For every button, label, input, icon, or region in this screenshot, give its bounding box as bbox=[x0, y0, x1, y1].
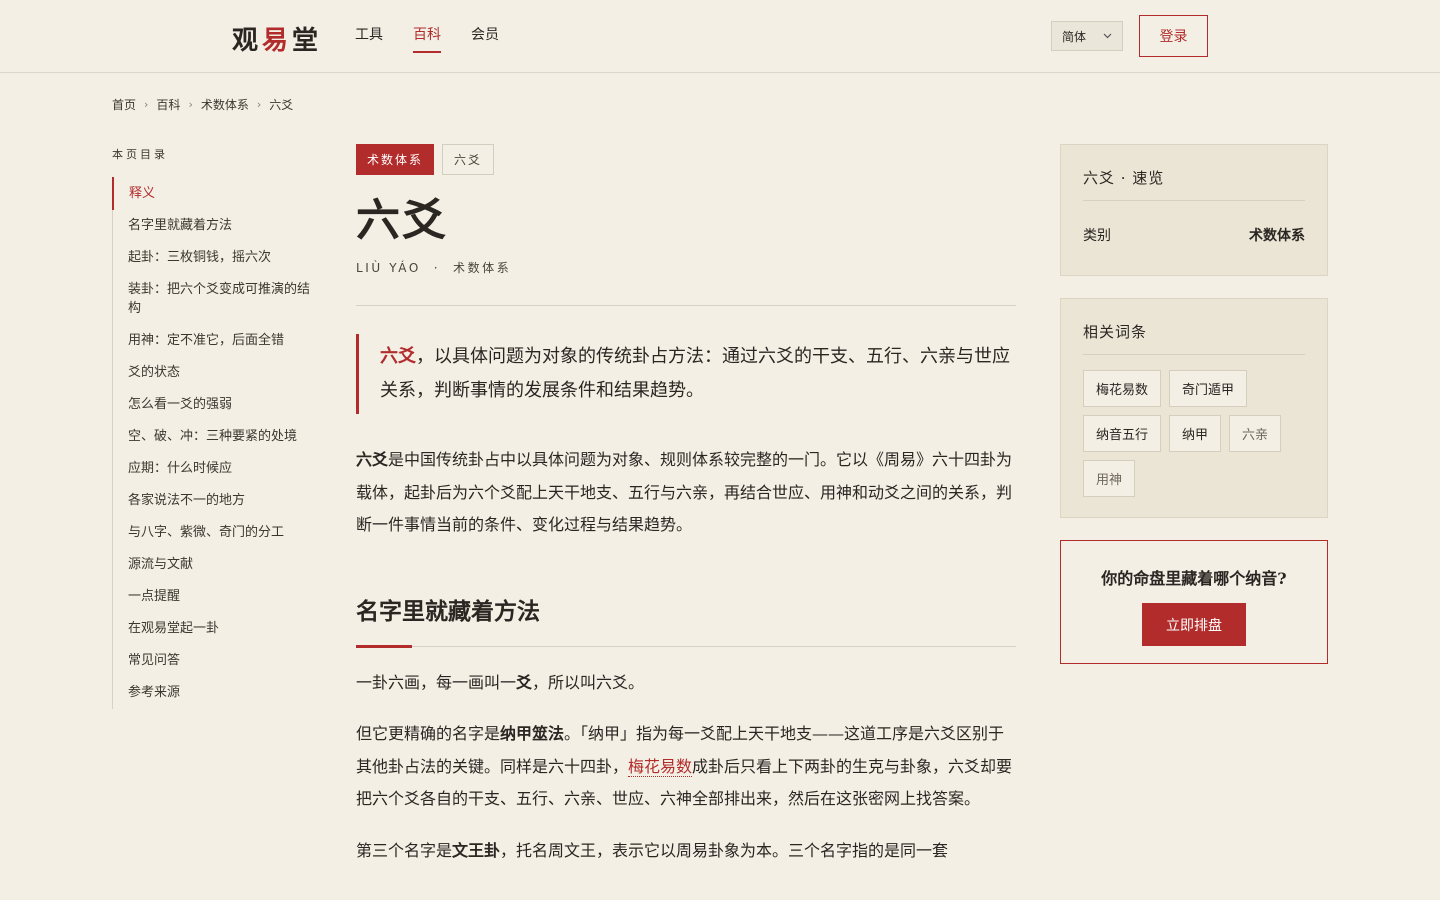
site-logo[interactable]: 观 易 堂 bbox=[232, 20, 322, 56]
site-header: 观 易 堂 工具 百科 会员 简体 登录 bbox=[0, 0, 1440, 73]
logo-char-3: 堂 bbox=[292, 25, 323, 56]
nav-tools[interactable]: 工具 bbox=[355, 24, 383, 53]
summary-title: 六爻 · 速览 bbox=[1083, 145, 1305, 201]
chevron-down-icon bbox=[1103, 31, 1112, 42]
chevron-right-icon: › bbox=[256, 98, 262, 111]
related-chips: 梅花易数 奇门遁甲 纳音五行 纳甲 六亲 用神 bbox=[1083, 370, 1305, 497]
toc-item[interactable]: 装卦：把六个爻变成可推演的结构 bbox=[113, 274, 312, 325]
toc-item[interactable]: 在观易堂起一卦 bbox=[113, 613, 312, 645]
nav-membership[interactable]: 会员 bbox=[471, 24, 499, 53]
toc-item[interactable]: 怎么看一爻的强弱 bbox=[113, 389, 312, 421]
paragraph-text: ，托名周文王，表示它以周易卦象为本。三个名字指的是同一套 bbox=[500, 840, 949, 860]
toc-item[interactable]: 源流与文献 bbox=[113, 549, 312, 581]
article-tags: 术数体系 六爻 bbox=[356, 144, 1016, 175]
logo-char-1: 观 bbox=[232, 25, 263, 56]
paragraph: 但它更精确的名字是纳甲筮法。「纳甲」指为每一爻配上天干地支——这道工序是六爻区别… bbox=[356, 718, 1016, 816]
related-chip[interactable]: 奇门遁甲 bbox=[1169, 370, 1248, 407]
meihua-link[interactable]: 梅花易数 bbox=[628, 756, 693, 777]
toc-item[interactable]: 爻的状态 bbox=[113, 357, 312, 389]
subtitle-category: 术数体系 bbox=[452, 261, 512, 275]
pinyin: LIÙ YÁO bbox=[356, 261, 421, 275]
table-of-contents: 释义 名字里就藏着方法 起卦：三枚铜钱，摇六次 装卦：把六个爻变成可推演的结构 … bbox=[112, 177, 312, 709]
related-title: 相关词条 bbox=[1083, 299, 1305, 355]
lead-text: ，以具体问题为对象的传统卦占方法：通过六爻的干支、五行、六亲与世应关系，判断事情… bbox=[380, 346, 1010, 401]
logo-char-2: 易 bbox=[262, 25, 293, 56]
section-heading: 名字里就藏着方法 bbox=[356, 597, 540, 625]
breadcrumb-category[interactable]: 术数体系 bbox=[201, 96, 249, 113]
related-chip[interactable]: 梅花易数 bbox=[1083, 370, 1162, 407]
breadcrumb-home[interactable]: 首页 bbox=[112, 96, 136, 113]
subtitle-dot: · bbox=[433, 261, 441, 275]
paragraph-text: 但它更精确的名字是 bbox=[356, 724, 501, 743]
toc-item[interactable]: 参考来源 bbox=[113, 677, 312, 709]
chevron-right-icon: › bbox=[188, 98, 193, 111]
toc-item[interactable]: 各家说法不一的地方 bbox=[113, 485, 312, 517]
start-chart-button[interactable]: 立即排盘 bbox=[1142, 603, 1246, 646]
article-subtitle: LIÙ YÁO · 术数体系 bbox=[356, 259, 1016, 276]
summary-label: 类别 bbox=[1083, 228, 1111, 244]
paragraph: 第三个名字是文王卦，托名周文王，表示它以周易卦象为本。三个名字指的是同一套 bbox=[356, 835, 1016, 868]
nav-encyclopedia[interactable]: 百科 bbox=[413, 24, 441, 53]
main-nav: 工具 百科 会员 bbox=[355, 24, 499, 53]
summary-card: 六爻 · 速览 类别 术数体系 bbox=[1060, 144, 1328, 276]
toc-title: 本页目录 bbox=[112, 148, 168, 161]
section-rule bbox=[356, 644, 1016, 648]
lead-term: 六爻 bbox=[380, 346, 416, 367]
summary-row: 类别 术数体系 bbox=[1083, 225, 1305, 245]
breadcrumb: 首页 › 百科 › 术数体系 › 六爻 bbox=[112, 96, 293, 113]
toc-item[interactable]: 起卦：三枚铜钱，摇六次 bbox=[113, 242, 312, 274]
cta-text: 你的命盘里藏着哪个纳音? bbox=[1101, 569, 1287, 588]
bold-term: 文王卦 bbox=[452, 840, 501, 860]
paragraph-text: 第三个名字是 bbox=[356, 840, 453, 860]
related-chip[interactable]: 纳音五行 bbox=[1083, 415, 1162, 452]
language-value: 简体 bbox=[1062, 29, 1087, 44]
page-title: 六爻 bbox=[356, 195, 448, 246]
toc-item[interactable]: 空、破、冲：三种要紧的处境 bbox=[113, 421, 312, 453]
related-chip[interactable]: 纳甲 bbox=[1169, 415, 1222, 452]
bold-term: 爻 bbox=[516, 672, 533, 692]
paragraph-text: ，所以叫六爻。 bbox=[532, 672, 645, 692]
intro-paragraph: 六爻是中国传统卦占中以具体问题为对象、规则体系较完整的一门。它以《周易》六十四卦… bbox=[356, 444, 1016, 542]
toc-item[interactable]: 应期：什么时候应 bbox=[113, 453, 312, 485]
lead-quote: 六爻，以具体问题为对象的传统卦占方法：通过六爻的干支、五行、六亲与世应关系，判断… bbox=[356, 334, 1016, 414]
term-tag[interactable]: 六爻 bbox=[442, 144, 495, 175]
article: 术数体系 六爻 六爻 LIÙ YÁO · 术数体系 六爻，以具体问题为对象的传统… bbox=[356, 144, 1016, 867]
breadcrumb-current: 六爻 bbox=[269, 98, 294, 112]
breadcrumb-encyclopedia[interactable]: 百科 bbox=[156, 96, 180, 113]
paragraph-text: 是中国传统卦占中以具体问题为对象、规则体系较完整的一门。它以《周易》六十四卦为载… bbox=[356, 450, 1013, 534]
divider bbox=[356, 305, 1016, 306]
bold-term: 纳甲筮法 bbox=[500, 724, 565, 743]
cta-box: 你的命盘里藏着哪个纳音? 立即排盘 bbox=[1060, 540, 1328, 664]
toc-item[interactable]: 与八字、紫微、奇门的分工 bbox=[113, 517, 312, 549]
summary-value: 术数体系 bbox=[1249, 228, 1305, 244]
language-select[interactable]: 简体 bbox=[1051, 21, 1123, 51]
chevron-right-icon: › bbox=[144, 98, 149, 111]
paragraph: 一卦六画，每一画叫一爻，所以叫六爻。 bbox=[356, 667, 1016, 700]
bold-term: 六爻 bbox=[356, 450, 389, 469]
toc-item[interactable]: 名字里就藏着方法 bbox=[113, 210, 312, 242]
category-tag[interactable]: 术数体系 bbox=[356, 144, 435, 175]
toc-item[interactable]: 用神：定不准它，后面全错 bbox=[113, 325, 312, 357]
related-card: 相关词条 梅花易数 奇门遁甲 纳音五行 纳甲 六亲 用神 bbox=[1060, 298, 1328, 518]
related-chip[interactable]: 六亲 bbox=[1229, 415, 1282, 452]
paragraph-text: 一卦六画，每一画叫一 bbox=[356, 672, 517, 692]
related-chip[interactable]: 用神 bbox=[1083, 460, 1136, 497]
login-button[interactable]: 登录 bbox=[1139, 15, 1208, 57]
toc-item[interactable]: 释义 bbox=[112, 177, 312, 210]
toc-item[interactable]: 一点提醒 bbox=[113, 581, 312, 613]
toc-item[interactable]: 常见问答 bbox=[113, 645, 312, 677]
